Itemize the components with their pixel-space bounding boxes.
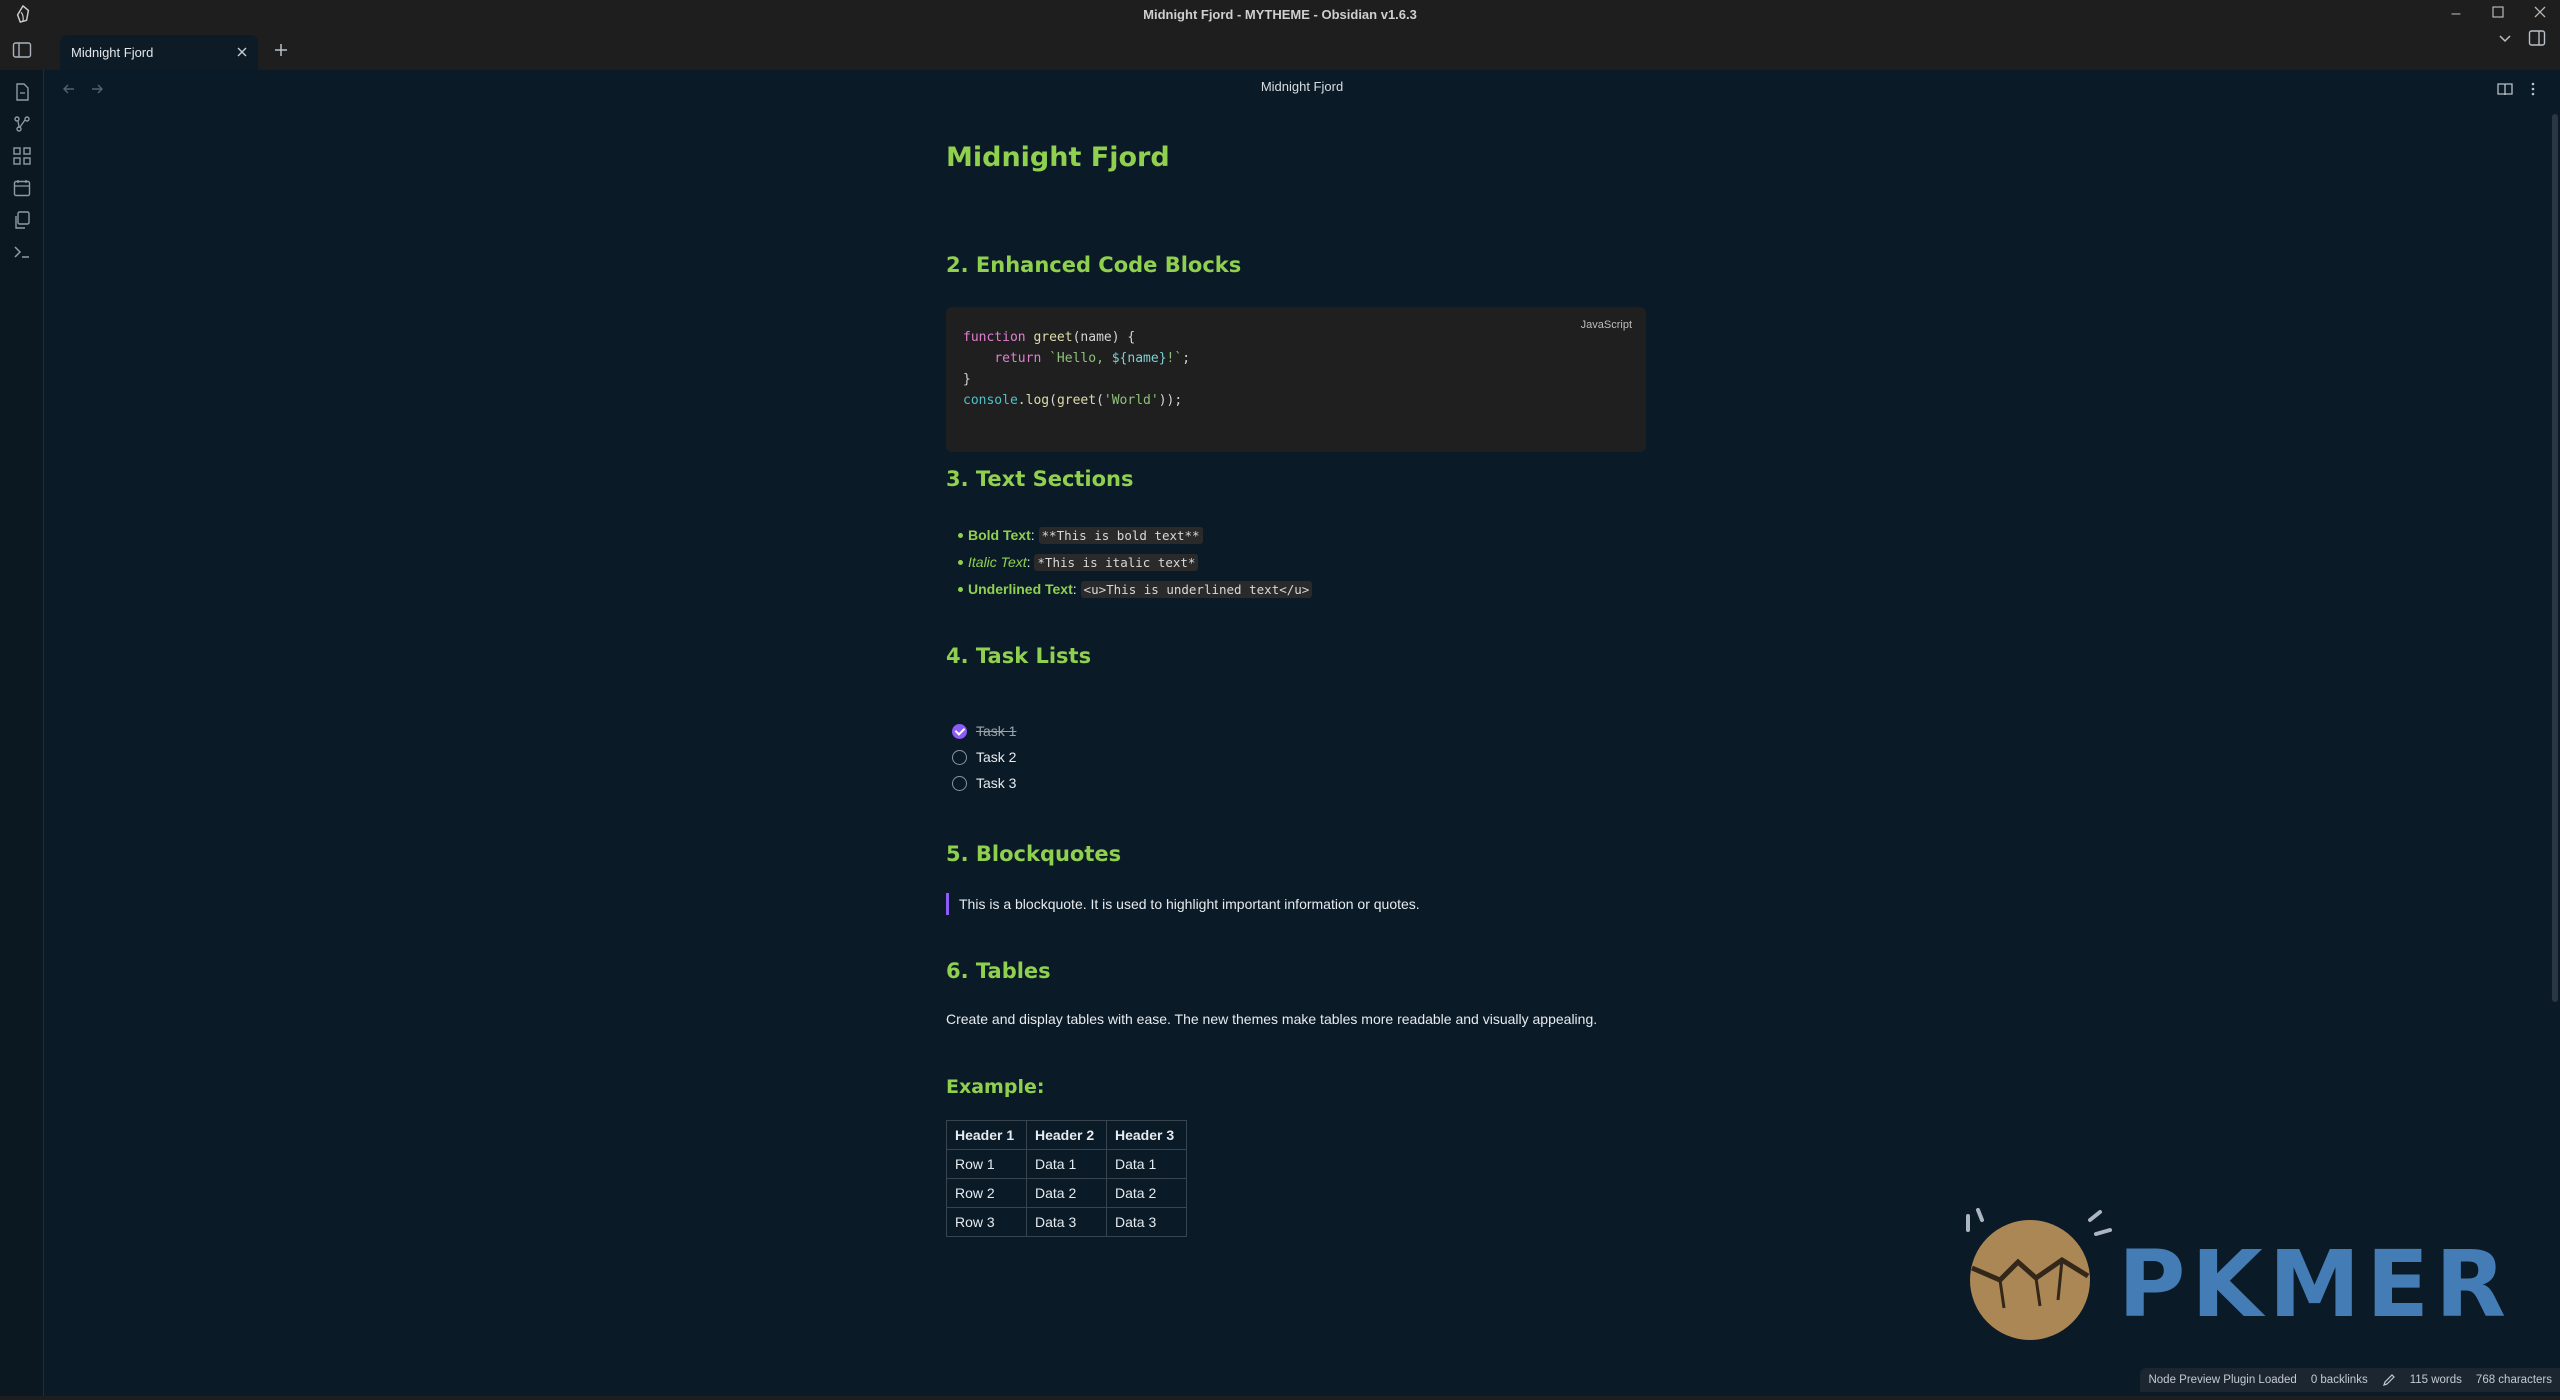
tab-bar: Midnight Fjord	[0, 29, 2560, 70]
backlinks-count[interactable]: 0 backlinks	[2311, 1374, 2368, 1386]
reading-view-icon[interactable]	[2496, 80, 2514, 98]
more-options-icon[interactable]	[2524, 80, 2542, 98]
scrollbar[interactable]	[2552, 114, 2558, 1002]
code-content: function greet(name) { return `Hello, ${…	[963, 330, 1191, 408]
heading-code-blocks: 2. Enhanced Code Blocks	[946, 253, 1242, 277]
table-row: Row 1 Data 1 Data 1	[946, 1149, 1187, 1179]
sidebar-toggle-icon[interactable]	[12, 41, 32, 59]
table-header-cell: Header 3	[1106, 1120, 1187, 1150]
watermark-text: PKMER	[2118, 1231, 2512, 1338]
tab-label: Midnight Fjord	[71, 45, 154, 60]
table-cell: Data 1	[1106, 1149, 1187, 1179]
close-window-button[interactable]	[2528, 4, 2552, 24]
character-count: 768 characters	[2475, 1374, 2552, 1386]
code-block: JavaScript function greet(name) { return…	[946, 307, 1646, 452]
tab-midnight-fjord[interactable]: Midnight Fjord	[60, 35, 258, 70]
inline-code: **This is bold text**	[1038, 527, 1203, 544]
graph-icon[interactable]	[12, 114, 32, 134]
calendar-icon[interactable]	[12, 178, 32, 198]
task-list: Task 1 Task 2 Task 3	[952, 721, 1016, 799]
example-table: Header 1 Header 2 Header 3 Row 1 Data 1 …	[946, 1120, 1187, 1237]
table-cell: Data 3	[1106, 1207, 1187, 1237]
task-label: Task 3	[976, 775, 1017, 791]
table-cell: Data 3	[1026, 1207, 1107, 1237]
close-tab-icon[interactable]	[232, 42, 252, 62]
view-title[interactable]: Midnight Fjord	[44, 79, 2560, 94]
chevron-down-icon[interactable]	[2496, 29, 2514, 47]
plugin-status: Node Preview Plugin Loaded	[2148, 1374, 2297, 1386]
view-header: Midnight Fjord	[44, 70, 2560, 106]
table-row: Row 3 Data 3 Data 3	[946, 1207, 1187, 1237]
file-icon[interactable]	[12, 82, 32, 102]
code-language-label: JavaScript	[1580, 319, 1632, 331]
table-cell: Row 3	[946, 1207, 1027, 1237]
ribbon	[0, 70, 44, 1400]
note-title: Midnight Fjord	[946, 142, 1170, 173]
maximize-icon	[2492, 6, 2504, 18]
table-cell: Data 2	[1106, 1178, 1187, 1208]
list-item: Bold Text: **This is bold text**	[946, 524, 1312, 551]
underlined-text-label: Underlined Text	[968, 581, 1073, 597]
text-sections-list: Bold Text: **This is bold text** Italic …	[946, 524, 1313, 605]
task-item: Task 3	[952, 773, 1016, 799]
status-bar: Node Preview Plugin Loaded 0 backlinks 1…	[2140, 1368, 2560, 1392]
italic-text-label: Italic Text	[968, 554, 1027, 570]
heading-tables: 6. Tables	[946, 959, 1051, 983]
grid-icon[interactable]	[12, 146, 32, 166]
pencil-icon[interactable]	[2382, 1373, 2396, 1387]
close-icon	[2534, 6, 2546, 18]
heading-text-sections: 3. Text Sections	[946, 467, 1134, 491]
editor-pane: Midnight Fjord Midnight Fjord 2. Enhance…	[44, 70, 2560, 1392]
maximize-button[interactable]	[2486, 4, 2510, 24]
task-label: Task 1	[976, 723, 1017, 739]
tables-paragraph: Create and display tables with ease. The…	[946, 1011, 1598, 1027]
right-sidebar-toggle-icon[interactable]	[2528, 29, 2546, 47]
task-checkbox-checked[interactable]	[952, 724, 967, 739]
window-bottom-border	[0, 1396, 2560, 1400]
title-bar: Midnight Fjord - MYTHEME - Obsidian v1.6…	[0, 0, 2560, 29]
task-label: Task 2	[976, 749, 1017, 765]
heading-example: Example:	[946, 1076, 1045, 1098]
pkmer-watermark-logo: PKMER	[1966, 1208, 2512, 1340]
table-row: Row 2 Data 2 Data 2	[946, 1178, 1187, 1208]
table-header-cell: Header 2	[1026, 1120, 1107, 1150]
inline-code: *This is italic text*	[1034, 554, 1199, 571]
word-count: 115 words	[2409, 1374, 2462, 1386]
task-checkbox[interactable]	[952, 750, 967, 765]
heading-blockquotes: 5. Blockquotes	[946, 842, 1122, 866]
blockquote: This is a blockquote. It is used to high…	[946, 893, 1420, 915]
table-cell: Data 2	[1026, 1178, 1107, 1208]
table-header-row: Header 1 Header 2 Header 3	[946, 1120, 1187, 1150]
task-item: Task 2	[952, 747, 1016, 773]
window-title: Midnight Fjord - MYTHEME - Obsidian v1.6…	[1143, 7, 1417, 22]
table-header-cell: Header 1	[946, 1120, 1027, 1150]
new-tab-icon[interactable]	[272, 41, 290, 59]
separator: :	[1030, 527, 1039, 543]
heading-task-lists: 4. Task Lists	[946, 644, 1092, 668]
table-cell: Data 1	[1026, 1149, 1107, 1179]
terminal-icon[interactable]	[12, 242, 32, 262]
minimize-button[interactable]: –	[2444, 4, 2468, 24]
bold-text-label: Bold Text	[968, 527, 1031, 543]
table-cell: Row 2	[946, 1178, 1027, 1208]
list-item: Italic Text: *This is italic text*	[946, 551, 1312, 578]
table-cell: Row 1	[946, 1149, 1027, 1179]
copy-icon[interactable]	[12, 210, 32, 230]
inline-code: <u>This is underlined text</u>	[1080, 581, 1313, 598]
task-item: Task 1	[952, 721, 1016, 747]
task-checkbox[interactable]	[952, 776, 967, 791]
list-item: Underlined Text: <u>This is underlined t…	[946, 578, 1313, 605]
separator: :	[1072, 581, 1081, 597]
